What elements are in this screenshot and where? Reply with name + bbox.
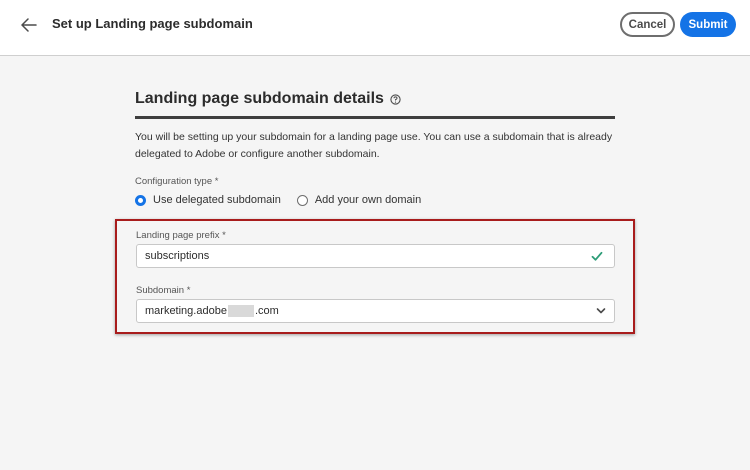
help-circle-icon[interactable]	[390, 93, 401, 105]
radio-label: Add your own domain	[314, 194, 422, 206]
chevron-down-icon	[596, 308, 606, 314]
radio-unchecked-icon	[296, 194, 308, 206]
page-title: Set up Landing page subdomain	[52, 16, 253, 31]
prefix-label: Landing page prefix *	[136, 230, 226, 241]
redacted-region	[227, 305, 254, 317]
cancel-button[interactable]: Cancel	[620, 12, 675, 37]
subdomain-label-text: Subdomain	[136, 285, 185, 296]
config-type-radio-group: Use delegated subdomain Add your own dom…	[135, 194, 437, 206]
config-type-label: Configuration type *	[135, 176, 218, 187]
checkmark-icon	[591, 251, 603, 261]
landing-page-prefix-input[interactable]: subscriptions	[136, 244, 615, 268]
subdomain-dropdown[interactable]: marketing.adobe .com	[136, 299, 615, 323]
prefix-label-text: Landing page prefix	[136, 230, 220, 241]
subdomain-label: Subdomain *	[136, 285, 190, 296]
config-type-label-text: Configuration type	[135, 176, 213, 187]
submit-button[interactable]: Submit	[680, 12, 736, 37]
section-description: You will be setting up your subdomain fo…	[135, 131, 613, 160]
radio-label: Use delegated subdomain	[153, 194, 281, 206]
top-bar: Set up Landing page subdomain Cancel Sub…	[0, 0, 750, 56]
prefix-value: subscriptions	[145, 250, 210, 262]
radio-add-your-own-domain[interactable]: Add your own domain	[296, 194, 422, 206]
subdomain-value-start: marketing.adobe	[145, 305, 227, 317]
radio-checked-icon	[135, 194, 146, 206]
required-mark: *	[214, 176, 219, 187]
arrow-left-icon	[21, 18, 37, 32]
section-title: Landing page subdomain details	[135, 90, 401, 108]
required-mark: *	[186, 285, 191, 296]
section-divider	[135, 116, 615, 119]
back-button[interactable]	[18, 14, 40, 36]
section-title-text: Landing page subdomain details	[135, 90, 384, 107]
subdomain-value-end: .com	[254, 305, 279, 317]
radio-use-delegated-subdomain[interactable]: Use delegated subdomain	[135, 194, 281, 206]
required-mark: *	[222, 230, 226, 241]
